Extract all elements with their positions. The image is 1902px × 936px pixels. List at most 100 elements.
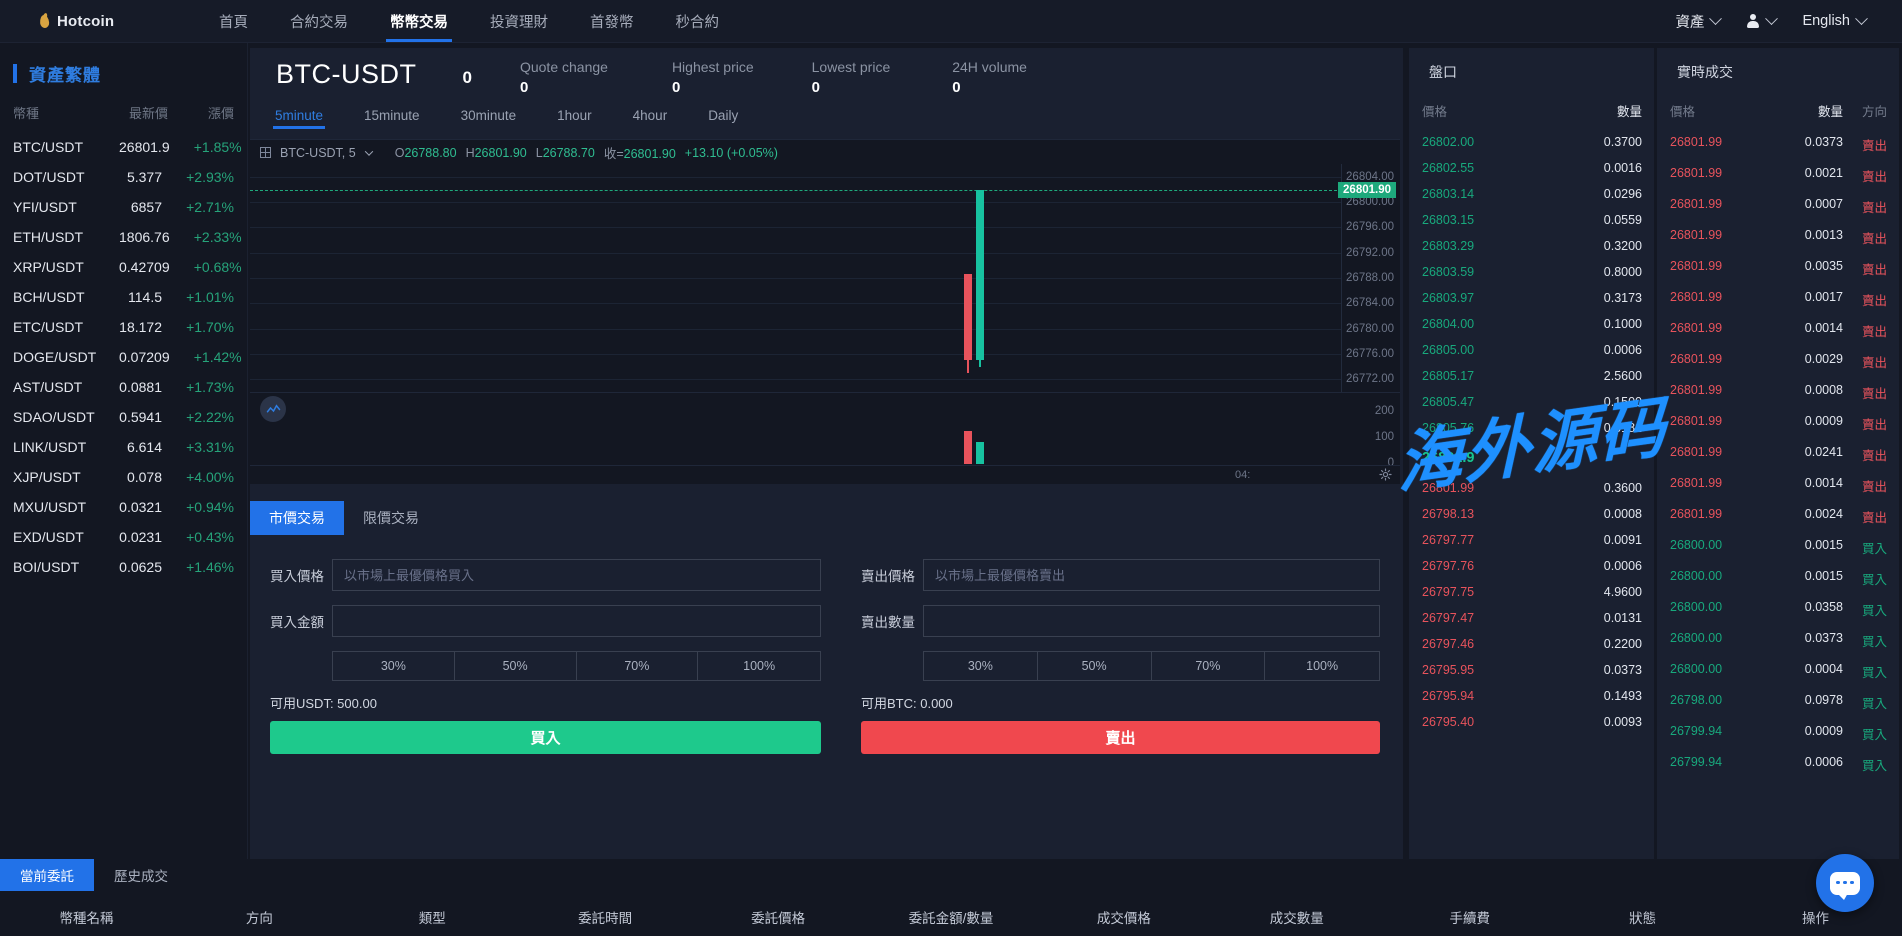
nav-item-launchpad[interactable]: 首發幣	[569, 0, 655, 42]
timeframe-4hour[interactable]: 4hour	[633, 108, 690, 129]
market-row-mxu[interactable]: MXU/USDT 0.0321 +0.94%	[0, 492, 247, 522]
market-row-etc[interactable]: ETC/USDT 18.172 +1.70%	[0, 312, 247, 342]
market-row-eth[interactable]: ETH/USDT 1806.76 +2.33%	[0, 222, 247, 252]
chevron-down-icon[interactable]	[364, 146, 373, 156]
timeframe-5minute[interactable]: 5minute	[272, 108, 345, 129]
trade-tab-market[interactable]: 市價交易	[250, 501, 344, 535]
order-book-bid-row[interactable]: 26795.95 0.0373	[1409, 657, 1654, 683]
order-book-ask-row[interactable]: 26803.15 0.0559	[1409, 207, 1654, 233]
market-row-yfi[interactable]: YFI/USDT 6857 +2.71%	[0, 192, 247, 222]
trade-row[interactable]: 26801.99 0.0013 賣出	[1657, 222, 1899, 253]
market-row-sdao[interactable]: SDAO/USDT 0.5941 +2.22%	[0, 402, 247, 432]
order-book-ask-row[interactable]: 26805.47 0.1500	[1409, 389, 1654, 415]
order-book-bid-row[interactable]: 26797.47 0.0131	[1409, 605, 1654, 631]
order-book-bid-row[interactable]: 26795.94 0.1493	[1409, 683, 1654, 709]
chart-symbol-label[interactable]: BTC-USDT, 5	[280, 146, 356, 160]
market-row-btc[interactable]: BTC/USDT 26801.9 +1.85%	[0, 132, 247, 162]
order-book-ask-row[interactable]: 26802.00 0.3700	[1409, 129, 1654, 155]
trade-row[interactable]: 26801.99 0.0008 賣出	[1657, 377, 1899, 408]
market-row-exd[interactable]: EXD/USDT 0.0231 +0.43%	[0, 522, 247, 552]
sell-percent-70[interactable]: 70%	[1152, 652, 1266, 680]
trade-row[interactable]: 26801.99 0.0373 賣出	[1657, 129, 1899, 160]
orders-tab-history[interactable]: 歷史成交	[94, 859, 188, 891]
market-row-xrp[interactable]: XRP/USDT 0.42709 +0.68%	[0, 252, 247, 282]
sell-button[interactable]: 賣出	[861, 721, 1380, 754]
buy-amount-input[interactable]	[332, 605, 821, 637]
nav-item-spot[interactable]: 幣幣交易	[369, 0, 469, 42]
trade-row[interactable]: 26800.00 0.0015 買入	[1657, 563, 1899, 594]
order-book-ask-row[interactable]: 26804.00 0.1000	[1409, 311, 1654, 337]
timeframe-30minute[interactable]: 30minute	[461, 108, 539, 129]
market-row-xjp[interactable]: XJP/USDT 0.078 +4.00%	[0, 462, 247, 492]
assets-menu[interactable]: 資產	[1675, 11, 1723, 32]
order-book-bid-row[interactable]: 26801.99 0.3600	[1409, 475, 1654, 501]
trade-row[interactable]: 26799.94 0.0006 買入	[1657, 749, 1899, 780]
trade-row[interactable]: 26801.99 0.0021 賣出	[1657, 160, 1899, 191]
order-book-ask-row[interactable]: 26805.17 2.5600	[1409, 363, 1654, 389]
market-row-bch[interactable]: BCH/USDT 114.5 +1.01%	[0, 282, 247, 312]
order-book-ask-row[interactable]: 26803.14 0.0296	[1409, 181, 1654, 207]
order-book-ask-row[interactable]: 26803.59 0.8000	[1409, 259, 1654, 285]
candlestick-plot[interactable]: 26804.00 26800.00 26796.00 26792.00 26788.00…	[250, 164, 1400, 392]
trade-row[interactable]: 26801.99 0.0035 賣出	[1657, 253, 1899, 284]
sell-percent-50[interactable]: 50%	[1038, 652, 1152, 680]
trade-row[interactable]: 26801.99 0.0029 賣出	[1657, 346, 1899, 377]
trade-tab-limit[interactable]: 限價交易	[344, 501, 438, 535]
trade-row[interactable]: 26801.99 0.0014 賣出	[1657, 315, 1899, 346]
order-book-bid-row[interactable]: 26798.13 0.0008	[1409, 501, 1654, 527]
trade-row[interactable]: 26799.94 0.0009 買入	[1657, 718, 1899, 749]
brand-logo[interactable]: Hotcoin	[38, 13, 188, 30]
trade-row[interactable]: 26800.00 0.0358 買入	[1657, 594, 1899, 625]
nav-item-contract[interactable]: 合約交易	[269, 0, 369, 42]
timeframe-15minute[interactable]: 15minute	[364, 108, 442, 129]
timeframe-daily[interactable]: Daily	[708, 108, 760, 129]
trade-row[interactable]: 26800.00 0.0373 買入	[1657, 625, 1899, 656]
trade-row[interactable]: 26801.99 0.0017 賣出	[1657, 284, 1899, 315]
account-menu[interactable]	[1746, 11, 1779, 29]
language-menu[interactable]: English	[1802, 11, 1868, 29]
market-row-boi[interactable]: BOI/USDT 0.0625 +1.46%	[0, 552, 247, 582]
order-book-bid-row[interactable]: 26797.76 0.0006	[1409, 553, 1654, 579]
nav-item-finance[interactable]: 投資理財	[469, 0, 569, 42]
buy-percent-100[interactable]: 100%	[698, 652, 820, 680]
trade-row[interactable]: 26801.99 0.0024 賣出	[1657, 501, 1899, 532]
nav-item-home[interactable]: 首頁	[198, 0, 269, 42]
trade-row[interactable]: 26801.99 0.0009 賣出	[1657, 408, 1899, 439]
gear-icon[interactable]	[1379, 468, 1392, 481]
buy-percent-70[interactable]: 70%	[577, 652, 699, 680]
market-row-link[interactable]: LINK/USDT 6.614 +3.31%	[0, 432, 247, 462]
trade-row[interactable]: 26801.99 0.0241 賣出	[1657, 439, 1899, 470]
trade-row[interactable]: 26800.00 0.0015 買入	[1657, 532, 1899, 563]
market-row-ast[interactable]: AST/USDT 0.0881 +1.73%	[0, 372, 247, 402]
order-book-bid-row[interactable]: 26797.77 0.0091	[1409, 527, 1654, 553]
order-book-ask-row[interactable]: 26803.29 0.3200	[1409, 233, 1654, 259]
sell-percent-100[interactable]: 100%	[1265, 652, 1379, 680]
order-book-ask-row[interactable]: 26805.76 0.0181	[1409, 415, 1654, 441]
order-book-bid-row[interactable]: 26797.46 0.2200	[1409, 631, 1654, 657]
trade-row[interactable]: 26801.99 0.0007 賣出	[1657, 191, 1899, 222]
sell-percent-30[interactable]: 30%	[924, 652, 1038, 680]
buy-percent-30[interactable]: 30%	[333, 652, 455, 680]
sell-amount-input[interactable]	[923, 605, 1380, 637]
buy-price-input[interactable]	[332, 559, 821, 591]
recent-trades-rows[interactable]: 26801.99 0.0373 賣出 26801.99 0.0021 賣出 26801.99…	[1657, 129, 1899, 859]
market-row-doge[interactable]: DOGE/USDT 0.07209 +1.42%	[0, 342, 247, 372]
trade-row[interactable]: 26800.00 0.0004 買入	[1657, 656, 1899, 687]
order-book-bid-row[interactable]: 26797.75 4.9600	[1409, 579, 1654, 605]
order-book-ask-row[interactable]: 26805.00 0.0006	[1409, 337, 1654, 363]
trade-row[interactable]: 26801.99 0.0014 賣出	[1657, 470, 1899, 501]
timeframe-1hour[interactable]: 1hour	[557, 108, 614, 129]
market-row-dot[interactable]: DOT/USDT 5.377 +2.93%	[0, 162, 247, 192]
order-book-ask-row[interactable]: 26803.97 0.3173	[1409, 285, 1654, 311]
order-book-bid-row[interactable]: 26795.40 0.0093	[1409, 709, 1654, 735]
buy-percent-50[interactable]: 50%	[455, 652, 577, 680]
nav-item-seconds-contract[interactable]: 秒合約	[655, 0, 741, 42]
sell-price-input[interactable]	[923, 559, 1380, 591]
order-book-ask-row[interactable]: 26802.55 0.0016	[1409, 155, 1654, 181]
grid-icon[interactable]	[259, 146, 272, 159]
trade-row[interactable]: 26798.00 0.0978 買入	[1657, 687, 1899, 718]
order-book-rows[interactable]: 26802.00 0.3700 26802.55 0.0016 26803.14 0.02…	[1409, 129, 1654, 859]
buy-button[interactable]: 買入	[270, 721, 821, 754]
chart-indicator-button[interactable]	[260, 396, 286, 422]
chat-support-button[interactable]	[1816, 854, 1874, 912]
